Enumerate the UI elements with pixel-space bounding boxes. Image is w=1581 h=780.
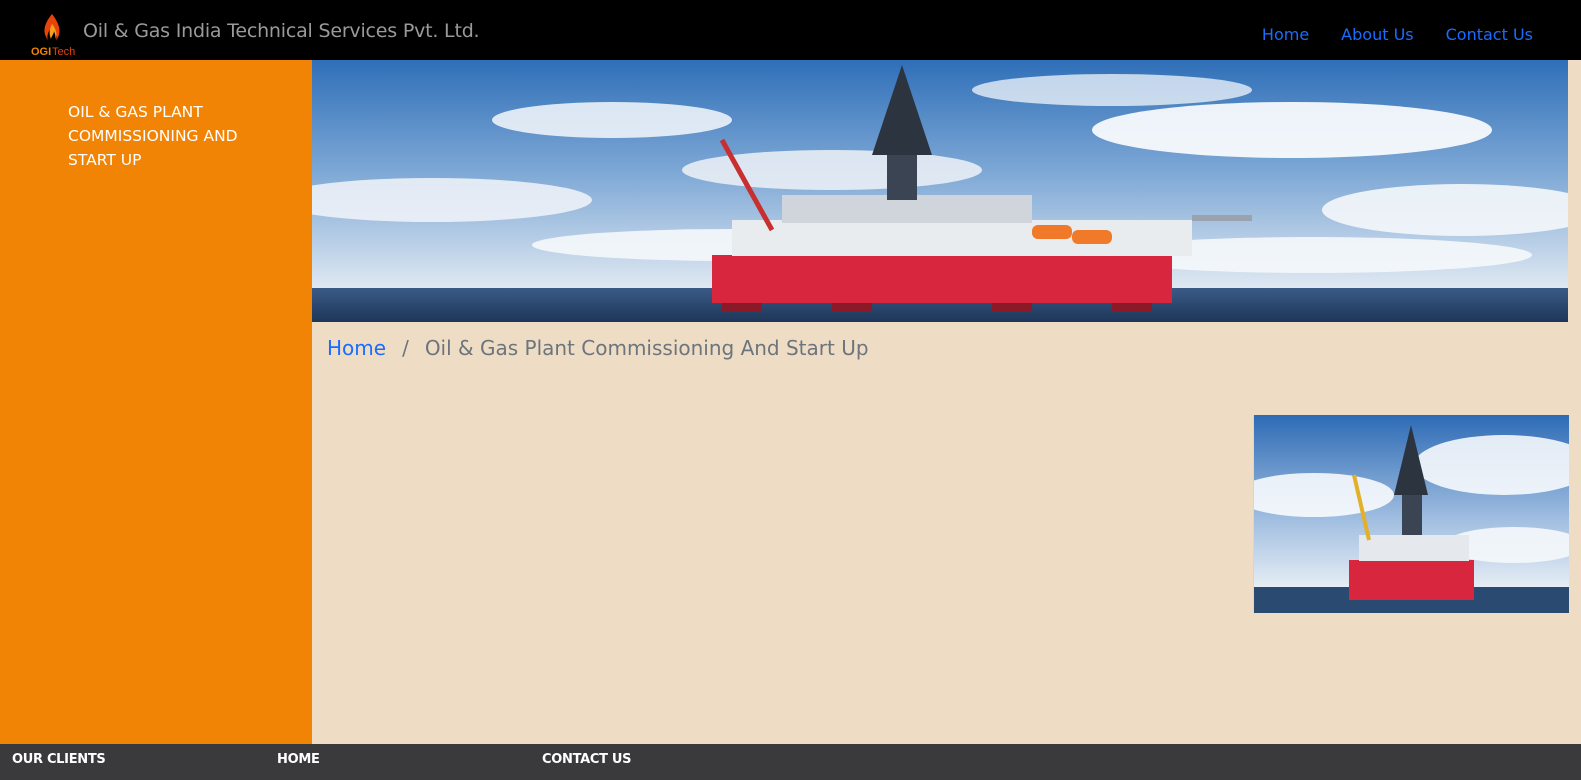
svg-text:Tech: Tech bbox=[52, 46, 75, 58]
breadcrumb-current: Oil & Gas Plant Commissioning And Start … bbox=[424, 336, 869, 360]
company-logo[interactable]: OGI Tech bbox=[30, 10, 76, 58]
breadcrumb-separator: / bbox=[402, 336, 409, 360]
nav-home-link[interactable]: Home bbox=[1262, 25, 1309, 44]
main-nav: Home About Us Contact Us bbox=[1262, 25, 1533, 44]
breadcrumb: Home / Oil & Gas Plant Commissioning And… bbox=[327, 336, 869, 360]
company-name[interactable]: Oil & Gas India Technical Services Pvt. … bbox=[83, 20, 480, 42]
sidebar-item-commissioning[interactable]: OIL & GAS PLANT COMMISSIONING AND START … bbox=[68, 100, 268, 172]
svg-text:OGI: OGI bbox=[31, 46, 51, 58]
nav-about-us-link[interactable]: About Us bbox=[1341, 25, 1413, 44]
footer-home[interactable]: HOME bbox=[277, 752, 320, 767]
rig-thumbnail-image bbox=[1253, 415, 1569, 613]
footer-our-clients[interactable]: OUR CLIENTS bbox=[12, 752, 106, 767]
flame-logo-icon: OGI Tech bbox=[31, 14, 75, 58]
main-content: Home / Oil & Gas Plant Commissioning And… bbox=[312, 60, 1581, 744]
footer-contact-us[interactable]: CONTACT US bbox=[542, 752, 632, 767]
breadcrumb-home-link[interactable]: Home bbox=[327, 336, 386, 360]
footer: OUR CLIENTS HOME CONTACT US bbox=[0, 744, 1581, 780]
top-navbar: OGI Tech Oil & Gas India Technical Servi… bbox=[0, 0, 1581, 60]
hero-banner-image bbox=[312, 60, 1568, 322]
nav-contact-us-link[interactable]: Contact Us bbox=[1446, 25, 1533, 44]
sidebar: OIL & GAS PLANT COMMISSIONING AND START … bbox=[0, 60, 312, 744]
